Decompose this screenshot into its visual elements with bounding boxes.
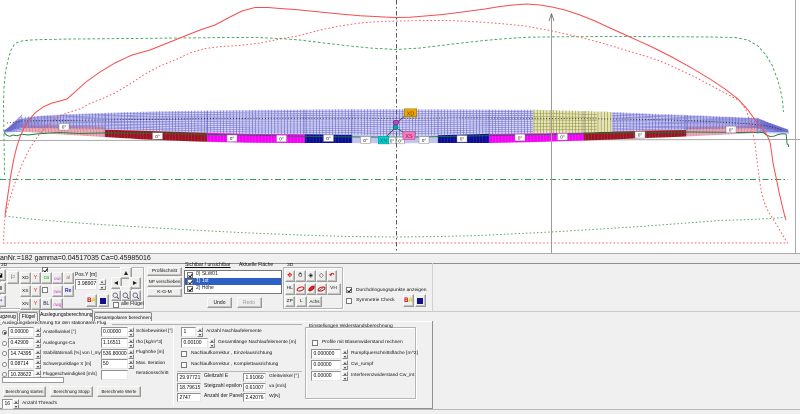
- svg-text:XD: XD: [407, 111, 415, 117]
- svg-text:0°: 0°: [422, 138, 427, 144]
- svg-text:0°: 0°: [230, 136, 235, 142]
- svg-text:0°: 0°: [279, 136, 284, 142]
- svg-text:0°: 0°: [518, 135, 523, 141]
- svg-text:XS: XS: [405, 134, 413, 140]
- svg-text:0°: 0°: [560, 135, 565, 141]
- svg-text:0°: 0°: [363, 138, 368, 144]
- svg-text:0°: 0°: [460, 137, 465, 143]
- svg-text:0°: 0°: [398, 138, 403, 144]
- svg-text:0°: 0°: [155, 134, 160, 140]
- svg-text:0°: 0°: [638, 133, 643, 139]
- svg-text:0°: 0°: [729, 127, 734, 133]
- svg-text:0°: 0°: [326, 136, 331, 142]
- svg-text:XN: XN: [380, 139, 388, 145]
- svg-text:0°: 0°: [390, 138, 395, 144]
- svg-text:0°: 0°: [62, 125, 67, 131]
